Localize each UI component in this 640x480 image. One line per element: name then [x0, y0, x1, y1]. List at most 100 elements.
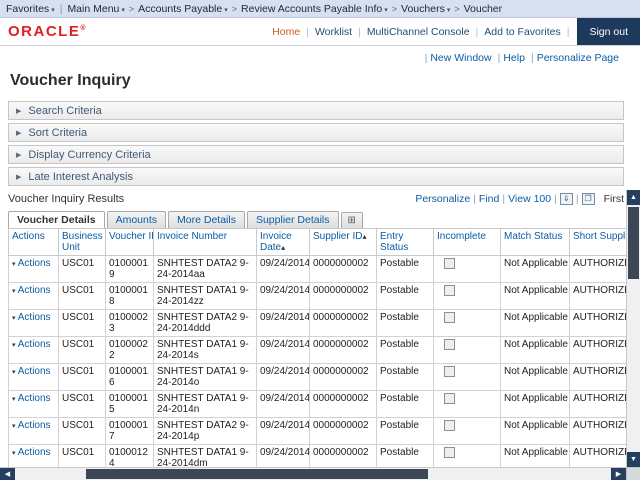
table-row: ▾ ActionsUSC0101000015SNHTEST DATA1 9-24… [9, 391, 636, 418]
horizontal-scroll-track[interactable] [15, 468, 611, 480]
row-actions-link[interactable]: Actions [18, 393, 51, 404]
first-page-label[interactable]: First [604, 193, 624, 205]
breadcrumb-favorites[interactable]: Favorites▾ [6, 3, 55, 15]
chevron-down-icon: ▾ [447, 7, 451, 14]
tab-more-details[interactable]: More Details [168, 211, 245, 228]
view-100-link[interactable]: View 100 [508, 193, 551, 205]
actions-caret-icon: ▾ [12, 261, 16, 268]
voucher-id-cell: 01000023 [106, 310, 154, 337]
column-header-incomplete[interactable]: Incomplete [434, 229, 501, 256]
incomplete-checkbox[interactable] [444, 393, 455, 404]
find-link[interactable]: Find [479, 193, 499, 205]
invoice-date-cell: 09/24/2014 [257, 337, 310, 364]
tab-amounts[interactable]: Amounts [107, 211, 166, 228]
home-link[interactable]: Home [272, 26, 300, 38]
incomplete-checkbox[interactable] [444, 366, 455, 377]
search-criteria-section[interactable]: ▶ Search Criteria [8, 101, 624, 120]
actions-cell: ▾ Actions [9, 391, 59, 418]
horizontal-scrollbar[interactable]: ◀ ▶ [0, 467, 626, 480]
worklist-link[interactable]: Worklist [315, 26, 352, 38]
breadcrumb-accounts-payable[interactable]: Accounts Payable▾ [138, 3, 228, 15]
tab-voucher-details[interactable]: Voucher Details [8, 211, 105, 228]
personalize-page-link[interactable]: Personalize Page [537, 52, 619, 64]
display-currency-criteria-section[interactable]: ▶ Display Currency Criteria [8, 145, 624, 164]
zoom-grid-icon[interactable]: ❐ [582, 193, 595, 205]
results-header: Voucher Inquiry Results Personalize | Fi… [8, 190, 624, 207]
show-all-columns-tab[interactable]: ⊞ [341, 212, 363, 228]
row-actions-link[interactable]: Actions [18, 447, 51, 458]
incomplete-checkbox[interactable] [444, 339, 455, 350]
breadcrumb-voucher[interactable]: Voucher [464, 3, 503, 15]
incomplete-checkbox[interactable] [444, 312, 455, 323]
invoice-number-cell: SNHTEST DATA1 9-24-2014zz [154, 283, 257, 310]
actions-cell: ▾ Actions [9, 310, 59, 337]
app-header: ORACLE® Home | Worklist | MultiChannel C… [0, 18, 640, 46]
column-header-entry-status[interactable]: Entry Status [377, 229, 434, 256]
scroll-right-icon[interactable]: ▶ [611, 468, 626, 480]
breadcrumb-main-menu[interactable]: Main Menu▾ [67, 3, 124, 15]
vertical-scroll-thumb[interactable] [628, 207, 639, 279]
invoice-date-cell: 09/24/2014 [257, 310, 310, 337]
row-actions-link[interactable]: Actions [18, 366, 51, 377]
personalize-grid-link[interactable]: Personalize [415, 193, 470, 205]
column-header-match-status[interactable]: Match Status [501, 229, 570, 256]
actions-caret-icon: ▾ [12, 450, 16, 457]
multichannel-console-link[interactable]: MultiChannel Console [367, 26, 470, 38]
voucher-id-cell: 01000017 [106, 418, 154, 445]
row-actions-link[interactable]: Actions [18, 258, 51, 269]
supplier-id-cell: 0000000002 [310, 391, 377, 418]
column-header-voucher-id[interactable]: Voucher ID [106, 229, 154, 256]
voucher-id-cell: 01000015 [106, 391, 154, 418]
header-separator: | [567, 26, 570, 38]
scroll-left-icon[interactable]: ◀ [0, 468, 15, 480]
breadcrumb-vouchers[interactable]: Vouchers▾ [401, 3, 450, 15]
invoice-date-cell: 09/24/2014 [257, 391, 310, 418]
sign-out-button[interactable]: Sign out [577, 18, 640, 45]
entry-status-cell: Postable [377, 337, 434, 364]
column-header-invoice-number[interactable]: Invoice Number [154, 229, 257, 256]
voucher-id-cell: 01000022 [106, 337, 154, 364]
section-label: Sort Criteria [28, 127, 87, 139]
download-grid-icon[interactable]: ⇓ [560, 193, 573, 205]
header-separator: | [306, 26, 309, 38]
page-link-separator: | [531, 52, 534, 64]
row-actions-link[interactable]: Actions [18, 339, 51, 350]
invoice-number-cell: SNHTEST DATA2 9-24-2014ddd [154, 310, 257, 337]
supplier-id-cell: 0000000002 [310, 418, 377, 445]
column-header-business-unit[interactable]: Business Unit [59, 229, 106, 256]
voucher-id-cell: 01000018 [106, 283, 154, 310]
grid-toolbar: Personalize | Find | View 100 | ⇓ | ❐ Fi… [412, 193, 624, 205]
scroll-up-icon[interactable]: ▲ [627, 190, 640, 205]
tab-supplier-details[interactable]: Supplier Details [247, 211, 339, 228]
page-link-separator: | [425, 52, 428, 64]
match-status-cell: Not Applicable [501, 391, 570, 418]
incomplete-checkbox[interactable] [444, 420, 455, 431]
actions-caret-icon: ▾ [12, 369, 16, 376]
row-actions-link[interactable]: Actions [18, 312, 51, 323]
grid-header-row: Actions Business Unit Voucher ID Invoice… [9, 229, 636, 256]
help-link[interactable]: Help [503, 52, 525, 64]
incomplete-checkbox[interactable] [444, 285, 455, 296]
business-unit-cell: USC01 [59, 391, 106, 418]
business-unit-cell: USC01 [59, 364, 106, 391]
results-grid: Actions Business Unit Voucher ID Invoice… [8, 228, 640, 470]
row-actions-link[interactable]: Actions [18, 285, 51, 296]
new-window-link[interactable]: New Window [430, 52, 491, 64]
row-actions-link[interactable]: Actions [18, 420, 51, 431]
add-to-favorites-link[interactable]: Add to Favorites [484, 26, 560, 38]
supplier-id-cell: 0000000002 [310, 364, 377, 391]
invoice-date-cell: 09/24/2014 [257, 283, 310, 310]
business-unit-cell: USC01 [59, 256, 106, 283]
column-header-supplier-id[interactable]: Supplier ID▴ [310, 229, 377, 256]
vertical-scrollbar[interactable]: ▲ ▼ [626, 190, 640, 467]
breadcrumb-review-ap-info[interactable]: Review Accounts Payable Info▾ [241, 3, 388, 15]
actions-cell: ▾ Actions [9, 418, 59, 445]
sort-criteria-section[interactable]: ▶ Sort Criteria [8, 123, 624, 142]
column-header-invoice-date[interactable]: Invoice Date▴ [257, 229, 310, 256]
horizontal-scroll-thumb[interactable] [86, 469, 428, 479]
entry-status-cell: Postable [377, 418, 434, 445]
late-interest-analysis-section[interactable]: ▶ Late Interest Analysis [8, 167, 624, 186]
incomplete-checkbox[interactable] [444, 447, 455, 458]
incomplete-checkbox[interactable] [444, 258, 455, 269]
scroll-down-icon[interactable]: ▼ [627, 452, 640, 467]
